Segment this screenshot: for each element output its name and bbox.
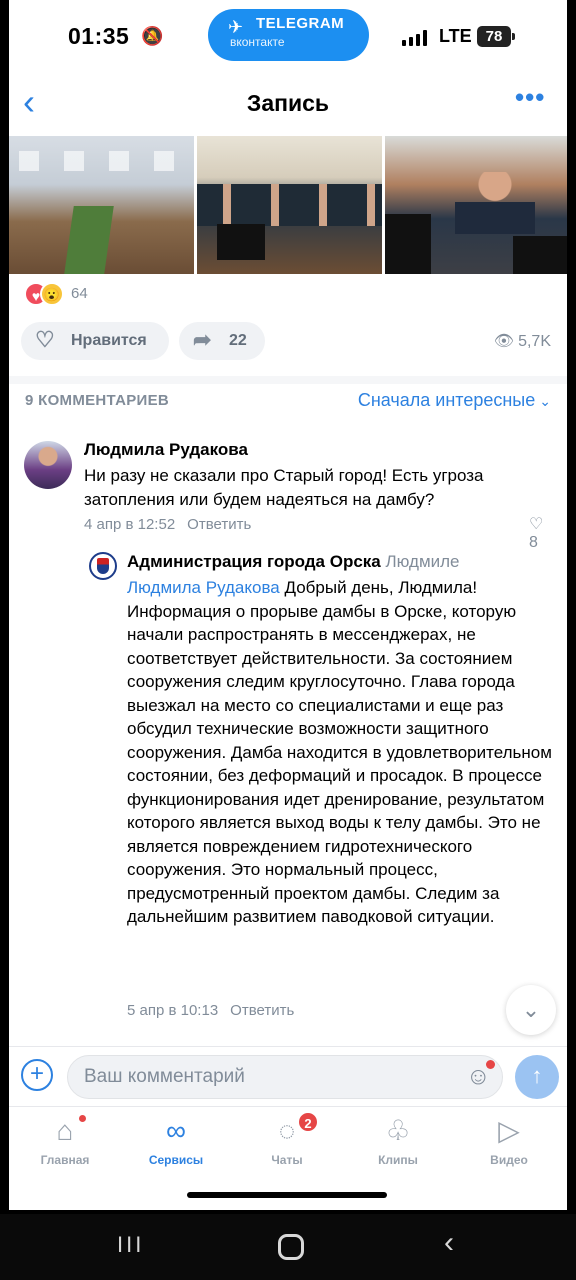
share-button[interactable]: ➦ 22 [179, 322, 265, 360]
telegram-return-pill[interactable]: ✈ TELEGRAM вконтакте [208, 9, 369, 61]
tab-video[interactable]: ▷ Видео [461, 1113, 557, 1177]
heart-outline-icon: ♡ [35, 327, 55, 352]
comment-meta: 4 апр в 12:52 Ответить [84, 516, 251, 533]
android-navigation-bar: III ‹ [0, 1214, 576, 1280]
avatar[interactable] [89, 552, 117, 580]
eye-icon: 👁 [493, 333, 515, 350]
comment-composer: + ☺ ↑ [9, 1046, 567, 1106]
share-count: 22 [229, 332, 247, 349]
like-label: Нравится [71, 332, 147, 349]
add-attachment-button[interactable]: + [21, 1059, 53, 1091]
bell-slash-icon: 🔕 [141, 26, 164, 46]
scroll-down-button[interactable]: ⌄ [506, 985, 556, 1035]
tab-label: Чаты [271, 1153, 303, 1167]
clips-icon: ♧ [385, 1115, 411, 1146]
chat-bubble-icon: ◌ [278, 1115, 296, 1146]
share-arrow-icon: ➦ [193, 327, 212, 352]
comment-input[interactable] [67, 1055, 503, 1099]
telegram-sub-label: вконтакте [230, 35, 285, 49]
home-indicator [187, 1192, 387, 1198]
comment-body: Добрый день, Людмила! Информация о проры… [127, 578, 552, 926]
comment-like-count: 8 [529, 534, 538, 551]
chevron-down-icon: ⌄ [521, 997, 541, 1022]
top-nav: ‹ Запись ••• [9, 78, 567, 128]
video-play-icon: ▷ [498, 1115, 520, 1146]
telegram-label: TELEGRAM [256, 15, 345, 32]
signal-icon [402, 30, 428, 46]
comment-author[interactable]: Администрация города Орска [127, 552, 381, 571]
tab-label: Видео [490, 1153, 528, 1167]
tab-label: Главная [40, 1153, 90, 1167]
battery-icon: 78 [477, 26, 515, 47]
sort-label: Сначала интересные [357, 390, 536, 410]
comment-text: Людмила Рудакова Добрый день, Людмила! И… [127, 576, 559, 929]
reply-button[interactable]: Ответить [187, 516, 251, 533]
post-photo-1[interactable] [9, 136, 194, 274]
tab-home[interactable]: ⌂ Главная [17, 1113, 113, 1177]
notification-dot [79, 1115, 86, 1122]
tab-services[interactable]: ∞ Сервисы [128, 1113, 224, 1177]
tab-chats[interactable]: ◌ 2 Чаты [239, 1111, 335, 1177]
status-bar: 01:35 🔕 ✈ TELEGRAM вконтакте LTE 78 [9, 0, 567, 72]
like-button[interactable]: ♡ Нравится [21, 322, 169, 360]
comment-author-line: Администрация города Орска Людмиле [127, 552, 460, 572]
tab-label: Сервисы [148, 1153, 204, 1167]
unread-badge: 2 [297, 1111, 319, 1133]
section-divider [9, 376, 567, 384]
back-icon[interactable]: ‹ [444, 1226, 454, 1260]
city-emblem-icon [97, 558, 109, 574]
mention-link[interactable]: Людмила Рудакова [127, 578, 280, 597]
comment-text: Ни разу не сказали про Старый город! Ест… [84, 466, 484, 509]
views-count: 5,7K [518, 333, 551, 350]
views-counter: 👁 5,7K [494, 331, 551, 351]
reply-to-label: Людмиле [385, 552, 460, 571]
notification-dot [486, 1060, 495, 1069]
services-grid-icon: ∞ [166, 1115, 186, 1146]
comment-date: 5 апр в 10:13 [127, 1002, 219, 1019]
comment-like-button[interactable]: ♡ 8 [529, 514, 554, 552]
send-button[interactable]: ↑ [515, 1055, 559, 1099]
status-time: 01:35 [68, 23, 130, 49]
network-type: LTE [439, 26, 472, 46]
reactions-count: 64 [71, 285, 88, 302]
home-button-icon[interactable] [278, 1234, 304, 1260]
comment-date: 4 апр в 12:52 [84, 516, 176, 533]
post-photo-gallery [9, 136, 567, 274]
comments-count-header: 9 КОММЕНТАРИЕВ [25, 392, 170, 409]
comment-author[interactable]: Людмила Рудакова [84, 440, 248, 460]
more-options-icon[interactable]: ••• [515, 82, 545, 113]
post-photo-3[interactable] [385, 136, 567, 274]
post-photo-2[interactable] [197, 136, 382, 274]
comments-sort-dropdown[interactable]: Сначала интересные ⌄ [358, 390, 551, 411]
avatar[interactable] [24, 441, 72, 489]
arrow-up-icon: ↑ [531, 1063, 543, 1088]
wow-reaction-icon: 😮 [40, 282, 64, 306]
post-actions: ♡ Нравится ➦ 22 👁 5,7K [9, 322, 567, 360]
tab-clips[interactable]: ♧ Клипы [350, 1113, 446, 1177]
page-title: Запись [246, 90, 330, 116]
comment-meta: 5 апр в 10:13 Ответить [127, 1002, 294, 1019]
house-icon: ⌂ [56, 1115, 74, 1146]
vk-app-screen: 01:35 🔕 ✈ TELEGRAM вконтакте LTE 78 ‹ За… [9, 0, 567, 1210]
tab-label: Клипы [378, 1153, 418, 1167]
chevron-down-icon: ⌄ [539, 393, 551, 409]
recent-apps-icon[interactable]: III [117, 1232, 144, 1258]
heart-outline-icon: ♡ [529, 516, 544, 533]
reply-button[interactable]: Ответить [230, 1002, 294, 1019]
